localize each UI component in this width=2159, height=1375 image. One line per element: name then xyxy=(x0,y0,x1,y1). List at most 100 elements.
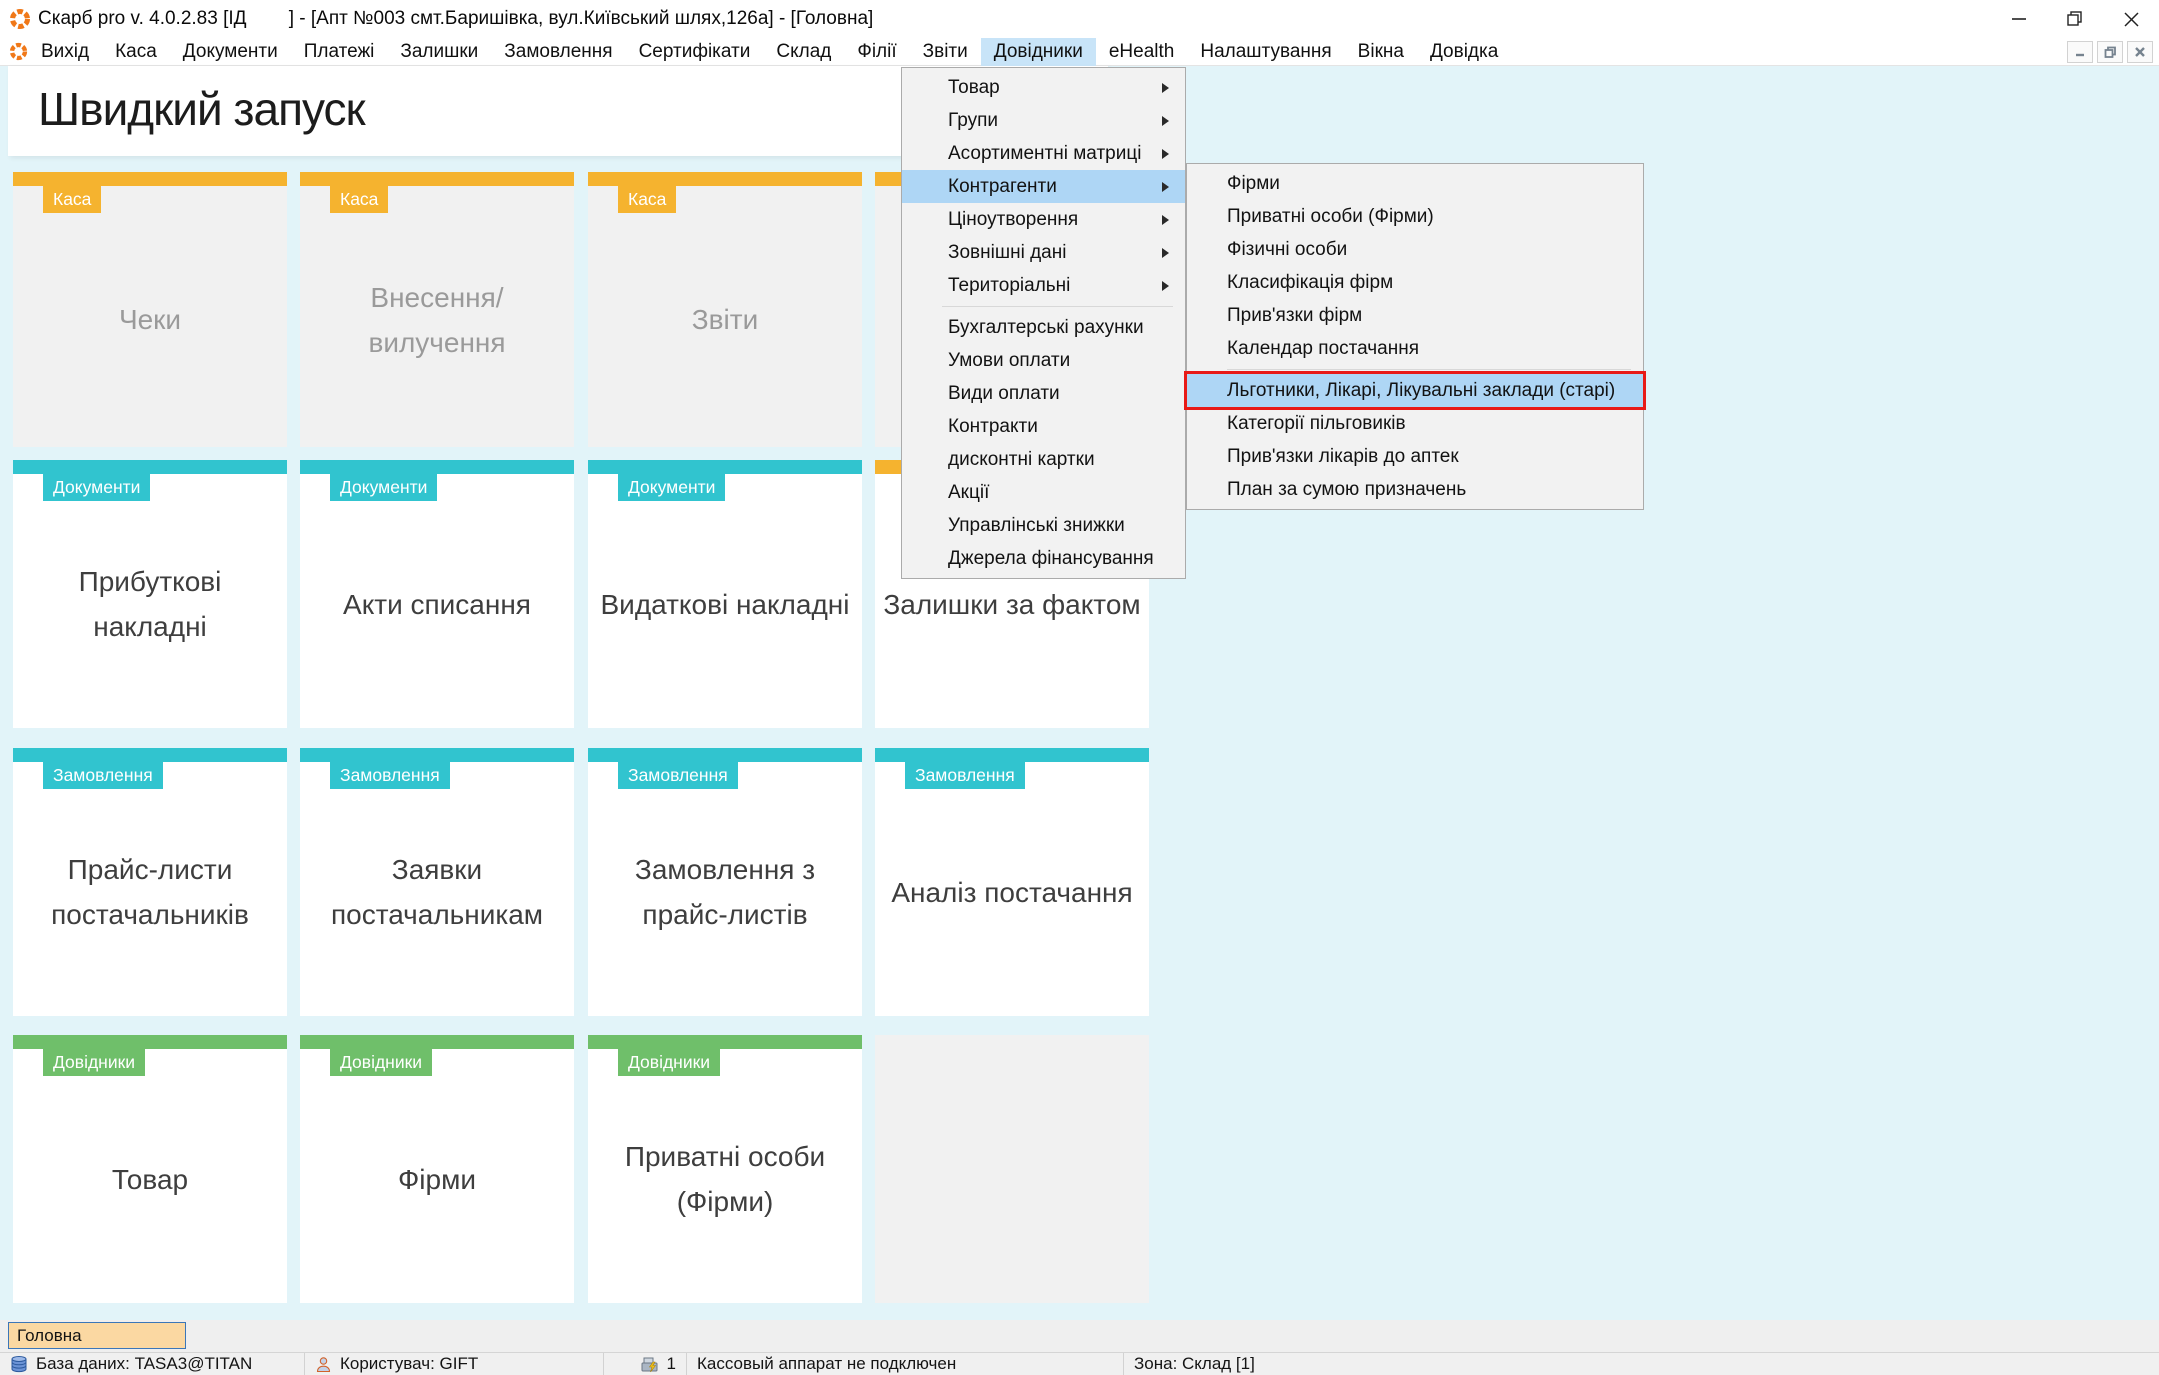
dropdown-item-label: Товар xyxy=(948,77,1000,99)
tile-label: Чеки xyxy=(21,214,279,427)
restore-icon xyxy=(2066,10,2084,28)
menu-item-ehealth[interactable]: eHealth xyxy=(1096,38,1188,66)
menu-item-sertyfikaty[interactable]: Сертифікати xyxy=(626,38,764,66)
menu-item-nalashtuvannia[interactable]: Налаштування xyxy=(1187,38,1344,66)
mdi-close-button[interactable] xyxy=(2127,41,2153,63)
submenu-item-fizychni-osoby[interactable]: Фізичні особи xyxy=(1187,233,1643,266)
menu-item-vykhid[interactable]: Вихід xyxy=(28,38,102,66)
tile-prais-lysty-postachalnykiv[interactable]: Замовлення Прайс-листи постачальників xyxy=(13,748,287,1016)
dropdown-item-umovy-oplaty[interactable]: Умови оплати xyxy=(902,344,1185,377)
mdi-restore-button[interactable] xyxy=(2097,41,2123,63)
tile-cheky[interactable]: Каса Чеки xyxy=(13,172,287,447)
submenu-arrow-icon xyxy=(1162,248,1169,258)
tile-topbar xyxy=(13,1035,287,1049)
window-restore-button[interactable] xyxy=(2047,0,2103,38)
menu-item-dokumenty[interactable]: Документи xyxy=(170,38,291,66)
submenu-item-lhotnyky-likari-likuvalni-zaklady[interactable]: Льготники, Лікарі, Лікувальні заклади (с… xyxy=(1187,374,1643,407)
kontrahenty-submenu: Фірми Приватні особи (Фірми) Фізичні осо… xyxy=(1186,163,1644,510)
tile-label: Товар xyxy=(21,1077,279,1283)
tile-akty-spysannia[interactable]: Документи Акти списання xyxy=(300,460,574,728)
dropdown-item-bukhhalterski-rakhunky[interactable]: Бухгалтерські рахунки xyxy=(902,311,1185,344)
tile-label: Приватні особи (Фірми) xyxy=(596,1077,854,1283)
menu-item-vikna[interactable]: Вікна xyxy=(1345,38,1417,66)
mdi-minimize-button[interactable] xyxy=(2067,41,2093,63)
tile-topbar xyxy=(300,460,574,474)
menu-item-sklad[interactable]: Склад xyxy=(763,38,844,66)
close-icon xyxy=(2122,10,2141,29)
tile-analiz-postachannia[interactable]: Замовлення Аналіз постачання xyxy=(875,748,1149,1016)
dropdown-item-vydy-oplaty[interactable]: Види оплати xyxy=(902,377,1185,410)
submenu-item-plan-za-sumoiu-pryznachen[interactable]: План за сумою призначень xyxy=(1187,473,1643,506)
dropdown-item-hrupy[interactable]: Групи xyxy=(902,104,1185,137)
menu-item-dovidnyky[interactable]: Довідники xyxy=(981,38,1096,66)
tile-tovar[interactable]: Довідники Товар xyxy=(13,1035,287,1303)
submenu-arrow-icon xyxy=(1162,149,1169,159)
menu-item-zalyshky[interactable]: Залишки xyxy=(387,38,491,66)
menu-item-filii[interactable]: Філії xyxy=(844,38,909,66)
cash-register-icon xyxy=(640,1356,659,1373)
tile-label: Аналіз постачання xyxy=(883,790,1141,996)
window-minimize-button[interactable] xyxy=(1991,0,2047,38)
dropdown-item-label: Асортиментні матриці xyxy=(948,143,1141,165)
submenu-arrow-icon xyxy=(1162,182,1169,192)
dropdown-item-zovnishni-dani[interactable]: Зовнішні дані xyxy=(902,236,1185,269)
tab-holovna[interactable]: Головна xyxy=(8,1322,186,1349)
tile-zvity[interactable]: Каса Звіти xyxy=(588,172,862,447)
tile-label: Звіти xyxy=(596,214,854,427)
dropdown-item-dyskontni-kartky[interactable]: дисконтні картки xyxy=(902,443,1185,476)
tab-strip: Головна xyxy=(0,1320,2159,1352)
status-register-status-segment: Кассовый аппарат не подключен xyxy=(687,1353,1124,1375)
tile-category-badge: Каса xyxy=(43,186,101,213)
submenu-item-pryvatni-osoby-firmy[interactable]: Приватні особи (Фірми) xyxy=(1187,200,1643,233)
tile-category-badge: Каса xyxy=(330,186,388,213)
menu-item-kasa[interactable]: Каса xyxy=(102,38,170,66)
submenu-item-label: Прив'язки лікарів до аптек xyxy=(1227,446,1459,468)
tile-category-badge: Довідники xyxy=(618,1049,720,1076)
dropdown-item-kontrahenty[interactable]: Контрагенти xyxy=(902,170,1185,203)
tile-category-badge: Замовлення xyxy=(43,762,163,789)
tile-label: Прибуткові накладні xyxy=(21,502,279,708)
submenu-item-kalendar-postachannia[interactable]: Календар постачання xyxy=(1187,332,1643,365)
dropdown-item-aktsii[interactable]: Акції xyxy=(902,476,1185,509)
dropdown-item-label: Види оплати xyxy=(948,383,1060,405)
menu-item-platezhi[interactable]: Платежі xyxy=(291,38,388,66)
menu-item-dovidka[interactable]: Довідка xyxy=(1417,38,1511,66)
dropdown-item-asortymentni-matrytsi[interactable]: Асортиментні матриці xyxy=(902,137,1185,170)
submenu-item-label: Фізичні особи xyxy=(1227,239,1347,261)
submenu-item-firmy[interactable]: Фірми xyxy=(1187,167,1643,200)
tile-pryvatni-osoby-firmy[interactable]: Довідники Приватні особи (Фірми) xyxy=(588,1035,862,1303)
tile-topbar xyxy=(13,748,287,762)
tile-category-badge: Документи xyxy=(330,474,437,501)
status-register-count-segment: 1 xyxy=(604,1353,687,1375)
tile-prybutkovi-nakladni[interactable]: Документи Прибуткові накладні xyxy=(13,460,287,728)
status-zone-segment: Зона: Склад [1] xyxy=(1124,1353,2159,1375)
dropdown-item-terytorialni[interactable]: Територіальні xyxy=(902,269,1185,302)
dropdown-item-tovar[interactable]: Товар xyxy=(902,71,1185,104)
tile-vydatkovi-nakladni[interactable]: Документи Видаткові накладні xyxy=(588,460,862,728)
tile-category-badge: Замовлення xyxy=(330,762,450,789)
window-close-button[interactable] xyxy=(2103,0,2159,38)
tile-vnesennia-vyluchennia[interactable]: Каса Внесення/вилучення xyxy=(300,172,574,447)
tile-category-badge: Довідники xyxy=(43,1049,145,1076)
tile-label: Заявки постачальникам xyxy=(308,790,566,996)
window-title: Скарб pro v. 4.0.2.83 [ІД ] - [Апт №003 … xyxy=(38,8,873,30)
dropdown-item-upravlinski-znyzhky[interactable]: Управлінські знижки xyxy=(902,509,1185,542)
submenu-item-pryviazky-likariv-do-aptek[interactable]: Прив'язки лікарів до аптек xyxy=(1187,440,1643,473)
tile-zamovlennia-z-prais-lystiv[interactable]: Замовлення Замовлення з прайс-листів xyxy=(588,748,862,1016)
submenu-item-label: Класифікація фірм xyxy=(1227,272,1393,294)
tile-zaiavky-postachalnykam[interactable]: Замовлення Заявки постачальникам xyxy=(300,748,574,1016)
dropdown-item-label: Контрагенти xyxy=(948,176,1057,198)
submenu-item-label: Категорії пільговиків xyxy=(1227,413,1406,435)
dropdown-item-kontrakty[interactable]: Контракти xyxy=(902,410,1185,443)
dropdown-item-dzherela-finansuvannia[interactable]: Джерела фінансування xyxy=(902,542,1185,575)
title-bar: Скарб pro v. 4.0.2.83 [ІД ] - [Апт №003 … xyxy=(0,0,2159,38)
menu-item-zvity[interactable]: Звіти xyxy=(910,38,981,66)
tile-firmy[interactable]: Довідники Фірми xyxy=(300,1035,574,1303)
menu-item-zamovlennia[interactable]: Замовлення xyxy=(491,38,625,66)
dropdown-item-tsinoutvorennia[interactable]: Ціноутворення xyxy=(902,203,1185,236)
submenu-item-pryviazky-firm[interactable]: Прив'язки фірм xyxy=(1187,299,1643,332)
submenu-item-katehorii-pilhovykiv[interactable]: Категорії пільговиків xyxy=(1187,407,1643,440)
submenu-arrow-icon xyxy=(1162,83,1169,93)
dovidnyky-dropdown-menu: Товар Групи Асортиментні матриці Контраг… xyxy=(901,67,1186,579)
submenu-item-klasyfikatsiia-firm[interactable]: Класифікація фірм xyxy=(1187,266,1643,299)
